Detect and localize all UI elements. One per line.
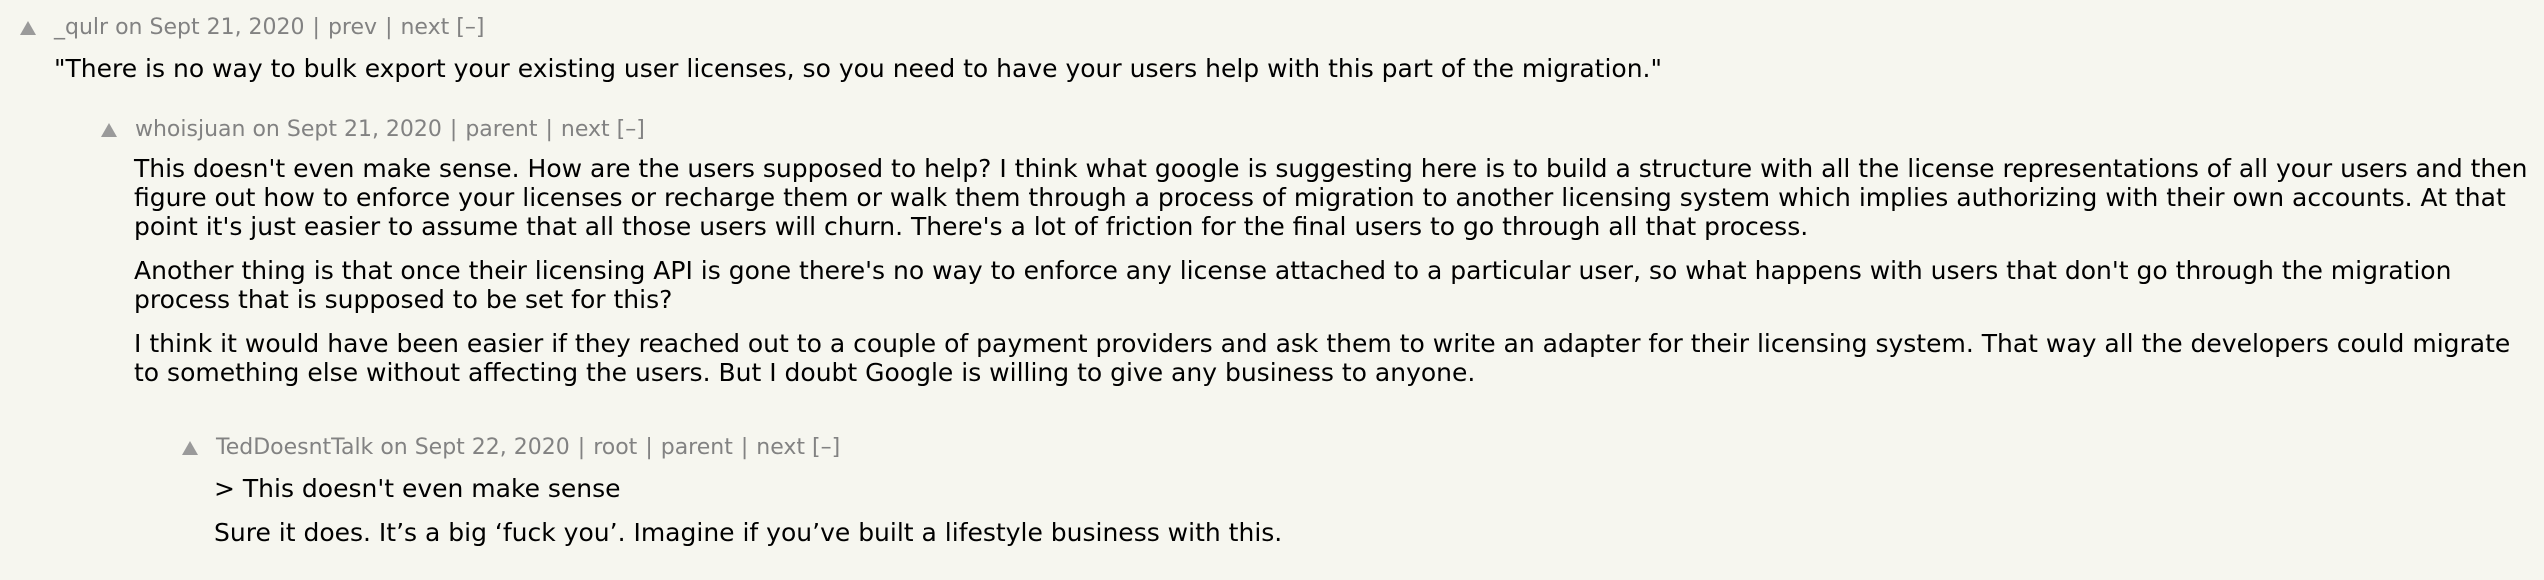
collapse-toggle[interactable]: [–] (812, 432, 840, 464)
comment-header: whoisjuan on Sept 21, 2020 | parent | ne… (0, 114, 2544, 146)
parent-link[interactable]: parent (465, 114, 537, 146)
comment-paragraph: I think it would have been easier if the… (134, 329, 2511, 387)
separator: | (740, 435, 749, 460)
comment: _qulr on Sept 21, 2020 | prev | next [–]… (0, 12, 2544, 98)
comment-header: _qulr on Sept 21, 2020 | prev | next [–] (0, 12, 2544, 44)
comment-text: > This doesn't even make sense Sure it d… (0, 474, 2544, 547)
comment-author[interactable]: TedDoesntTalk (216, 432, 373, 464)
comment: whoisjuan on Sept 21, 2020 | parent | ne… (0, 114, 2544, 402)
comment-paragraph: This doesn't even make sense. How are th… (134, 154, 2528, 241)
separator: | (312, 15, 320, 40)
on-label: on (380, 435, 408, 460)
separator: | (577, 435, 586, 460)
separator: | (645, 435, 653, 460)
comment-date[interactable]: Sept 22, 2020 (415, 432, 570, 464)
parent-link[interactable]: parent (661, 432, 733, 464)
comment-paragraph: Another thing is that once their licensi… (134, 256, 2452, 314)
comment-text: This doesn't even make sense. How are th… (0, 154, 2544, 387)
on-label: on (115, 15, 143, 40)
comment: TedDoesntTalk on Sept 22, 2020 | root | … (0, 432, 2544, 562)
separator: | (545, 117, 553, 142)
root-link[interactable]: root (593, 432, 637, 464)
comment-author[interactable]: whoisjuan (135, 114, 245, 146)
next-link[interactable]: next (756, 432, 805, 464)
upvote-arrow-icon[interactable] (101, 123, 117, 137)
upvote-arrow-icon[interactable] (182, 441, 198, 455)
comment-quote: > This doesn't even make sense (214, 474, 621, 503)
prev-link[interactable]: prev (328, 12, 377, 44)
comment-text: "There is no way to bulk export your exi… (0, 54, 2544, 83)
upvote-arrow-icon[interactable] (20, 21, 36, 35)
collapse-toggle[interactable]: [–] (617, 114, 645, 146)
next-link[interactable]: next (400, 12, 449, 44)
comment-author[interactable]: _qulr (54, 12, 108, 44)
comment-date[interactable]: Sept 21, 2020 (287, 114, 442, 146)
separator: | (449, 117, 458, 142)
separator: | (385, 15, 393, 40)
on-label: on (252, 117, 280, 142)
comment-paragraph: Sure it does. It’s a big ‘fuck you’. Ima… (214, 518, 1283, 547)
next-link[interactable]: next (561, 114, 610, 146)
comment-date[interactable]: Sept 21, 2020 (149, 12, 304, 44)
collapse-toggle[interactable]: [–] (456, 12, 484, 44)
comment-header: TedDoesntTalk on Sept 22, 2020 | root | … (0, 432, 2544, 464)
comment-paragraph: "There is no way to bulk export your exi… (54, 54, 1662, 83)
